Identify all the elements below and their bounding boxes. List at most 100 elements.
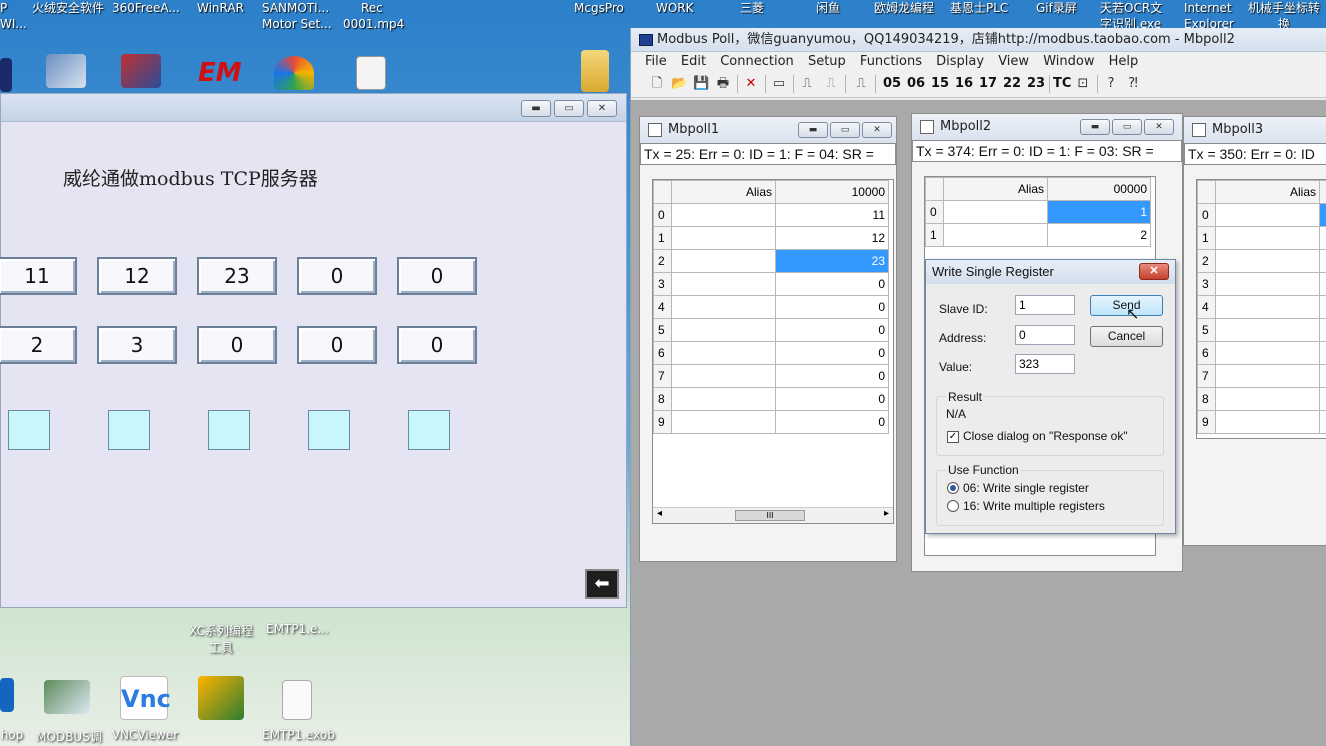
value-cell[interactable] [1319,249,1326,273]
fc15-button[interactable]: 15 [931,76,949,92]
alias-cell[interactable] [1215,249,1320,273]
pulse-icon[interactable]: ⎍ [853,76,869,92]
value-cell[interactable] [1319,364,1326,388]
back-button[interactable]: ⬅ [585,569,619,599]
alias-cell[interactable] [1215,364,1320,388]
value-cell[interactable] [1319,318,1326,342]
value-cell[interactable]: 0 [775,341,889,365]
dialog-close-button[interactable]: ✕ [1139,263,1169,280]
close-button[interactable]: ✕ [862,122,892,138]
disconnect-icon[interactable]: ⎍ [823,76,839,92]
alias-cell[interactable] [1215,226,1320,250]
monitor-icon[interactable]: ⊡ [1075,76,1091,92]
hmi-indicator-lamp[interactable] [8,410,50,450]
desktop-icon-label[interactable]: 天若OCR文 字识别.exe [1100,0,1166,28]
func06-radio[interactable] [947,482,959,494]
func16-radio[interactable] [947,500,959,512]
hmi-indicator-lamp[interactable] [108,410,150,450]
fc22-button[interactable]: 22 [1003,76,1021,92]
value-field[interactable]: 323 [1015,354,1075,374]
menu-window[interactable]: Window [1043,54,1094,69]
app-icon[interactable] [121,54,161,88]
alias-cell[interactable] [1215,203,1320,227]
fc23-button[interactable]: 23 [1027,76,1045,92]
alias-cell[interactable] [671,226,776,250]
fc06-button[interactable]: 06 [907,76,925,92]
alias-cell[interactable] [671,203,776,227]
hmi-value-display[interactable]: 2 [0,326,77,364]
desktop-icon-label[interactable]: Internet Explorer [1184,0,1238,28]
alias-cell[interactable] [671,410,776,434]
app-icon[interactable] [198,676,244,720]
hmi-value-display[interactable]: 11 [0,257,77,295]
hmi-value-display[interactable]: 0 [297,326,377,364]
alias-cell[interactable] [671,249,776,273]
alias-cell[interactable] [671,364,776,388]
file-icon[interactable] [282,680,312,720]
save-icon[interactable]: 💾 [693,76,709,92]
value-cell[interactable]: 1 [1047,200,1151,224]
vnc-icon[interactable]: Vnc [120,676,171,720]
maximize-button[interactable]: ▭ [830,122,860,138]
app-icon[interactable] [0,678,14,712]
scroll-right-icon[interactable]: ▸ [884,508,889,519]
value-cell[interactable] [1319,226,1326,250]
print-icon[interactable]: 🖶 [715,76,731,92]
desktop-icon-label[interactable]: EMTP1.exob [262,728,335,742]
menu-connection[interactable]: Connection [720,54,794,69]
address-field[interactable]: 0 [1015,325,1075,345]
desktop-icon-label[interactable]: 火绒安全软件 [32,0,112,16]
desktop-icon-label[interactable]: 三菱 [740,0,770,16]
alias-cell[interactable] [1215,410,1320,434]
desktop-icon-label[interactable]: Gif录屏 [1036,0,1082,16]
fc17-button[interactable]: 17 [979,76,997,92]
video-file-icon[interactable] [356,56,386,90]
alias-cell[interactable] [1215,387,1320,411]
cancel-button[interactable]: Cancel [1090,326,1163,347]
open-icon[interactable]: 📂 [671,76,687,92]
folder-icon[interactable] [581,50,609,92]
desktop-icon-label[interactable]: 欧姆龙编程 [874,0,940,16]
minimize-button[interactable]: ▬ [798,122,828,138]
desktop-icon-label[interactable]: VNCViewer [110,728,180,742]
minimize-button[interactable]: ▬ [1080,119,1110,135]
desktop-icon-label[interactable]: Rec 0001.mp4 [343,0,405,32]
alias-cell[interactable] [671,341,776,365]
value-cell[interactable]: 0 [775,272,889,296]
value-cell[interactable] [1319,295,1326,319]
em-logo-icon[interactable]: EM [198,56,242,90]
menu-edit[interactable]: Edit [681,54,706,69]
menu-display[interactable]: Display [936,54,984,69]
alias-cell[interactable] [943,200,1048,224]
value-cell[interactable]: 0 [775,295,889,319]
tc-button[interactable]: TC [1053,76,1071,92]
value-cell[interactable]: 0 [775,410,889,434]
close-button[interactable]: ✕ [1144,119,1174,135]
value-cell[interactable]: 0 [775,364,889,388]
alias-cell[interactable] [1215,341,1320,365]
scroll-thumb[interactable]: III [735,510,805,521]
alias-cell[interactable] [671,318,776,342]
close-button[interactable]: ✕ [587,100,617,117]
minimize-button[interactable]: ▬ [521,100,551,117]
slave-id-field[interactable]: 1 [1015,295,1075,315]
alias-cell[interactable] [671,272,776,296]
fc05-button[interactable]: 05 [883,76,901,92]
alias-cell[interactable] [671,295,776,319]
new-icon[interactable]: 🗋 [649,76,665,92]
hmi-value-display[interactable]: 12 [97,257,177,295]
alias-cell[interactable] [1215,295,1320,319]
shield-icon[interactable] [46,54,86,88]
desktop-icon-label[interactable]: 机械手坐标转换 [1248,0,1326,28]
desktop-icon-label[interactable]: WORK [656,0,702,16]
hmi-value-display[interactable]: 3 [97,326,177,364]
desktop-icon-label[interactable]: 360FreeA... [112,0,184,16]
value-cell[interactable]: 2 [1047,223,1151,247]
value-cell[interactable] [1319,410,1326,434]
context-help-icon[interactable]: ⁈ [1125,76,1141,92]
alias-cell[interactable] [671,387,776,411]
desktop-icon-label[interactable]: 闲鱼 [816,0,846,16]
app-icon[interactable] [0,58,12,92]
alias-cell[interactable] [1215,318,1320,342]
hmi-indicator-lamp[interactable] [408,410,450,450]
